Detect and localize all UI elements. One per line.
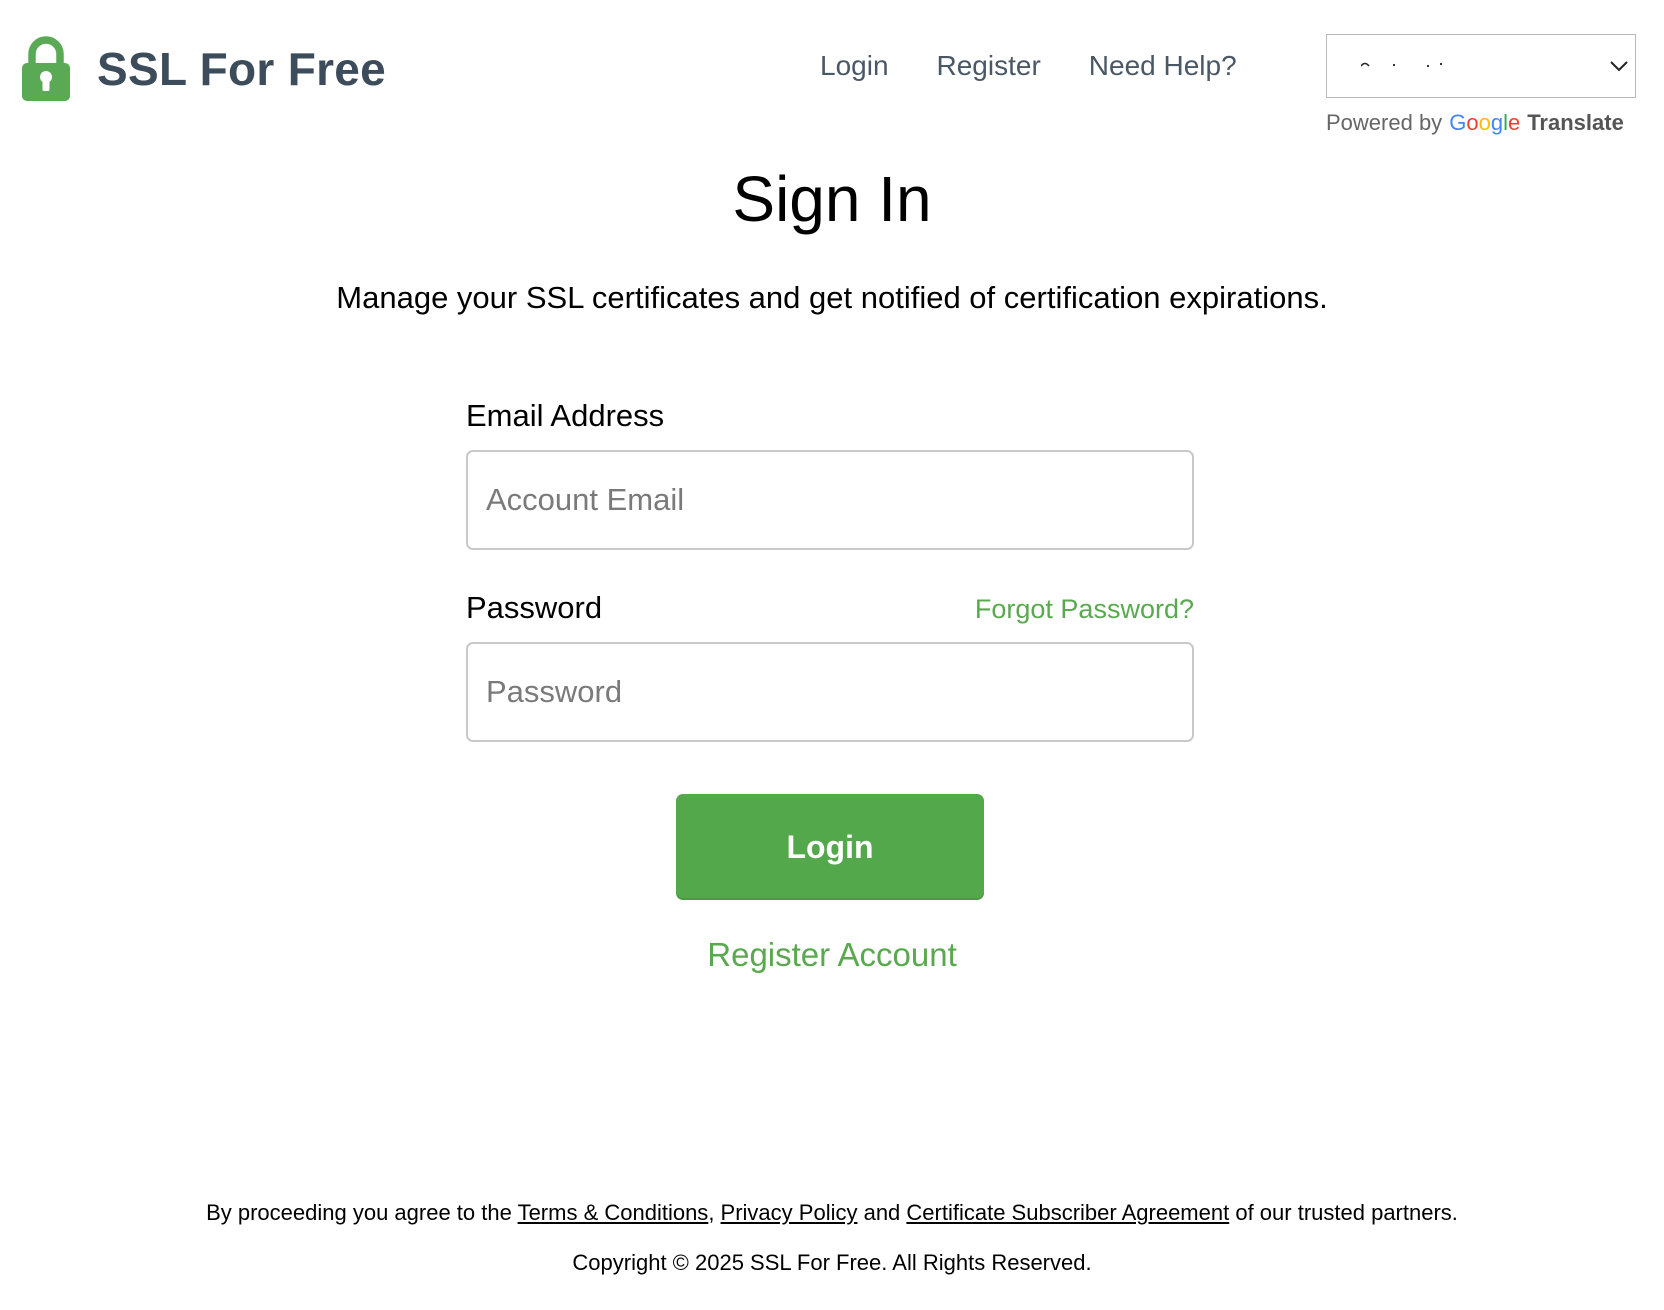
page-title: Sign In bbox=[732, 163, 932, 235]
privacy-policy-link[interactable]: Privacy Policy bbox=[721, 1200, 858, 1225]
nav-help-link[interactable]: Need Help? bbox=[1089, 50, 1237, 82]
top-nav: Login Register Need Help? bbox=[820, 50, 1237, 82]
register-account-link[interactable]: Register Account bbox=[0, 936, 1664, 974]
email-field[interactable] bbox=[466, 450, 1194, 550]
language-select[interactable] bbox=[1326, 34, 1636, 98]
powered-by-text: Powered by bbox=[1326, 110, 1443, 135]
translate-label: Translate bbox=[1527, 110, 1624, 135]
padlock-icon bbox=[22, 36, 70, 101]
terms-conditions-link[interactable]: Terms & Conditions bbox=[518, 1200, 709, 1225]
password-label: Password bbox=[466, 590, 603, 625]
sign-in-form: Email Address Password Forgot Password? bbox=[466, 398, 1194, 742]
google-translate-attribution: Powered by Google Translate bbox=[1326, 110, 1624, 136]
logo-text: SSL For Free bbox=[97, 43, 387, 95]
nav-login-link[interactable]: Login bbox=[820, 50, 889, 82]
chevron-down-icon bbox=[1610, 61, 1628, 72]
language-select-value bbox=[1361, 62, 1443, 68]
password-label-row: Password Forgot Password? bbox=[466, 590, 1194, 626]
home-logo-link[interactable]: SSL For Free bbox=[20, 36, 386, 102]
terms-and-text: and bbox=[857, 1200, 907, 1225]
nav-register-link[interactable]: Register bbox=[937, 50, 1041, 82]
login-button[interactable]: Login bbox=[676, 794, 984, 900]
terms-separator: , bbox=[708, 1200, 721, 1225]
subscriber-agreement-link[interactable]: Certificate Subscriber Agreement bbox=[906, 1200, 1229, 1225]
google-wordmark[interactable]: Google bbox=[1449, 110, 1520, 136]
terms-notice: By proceeding you agree to the Terms & C… bbox=[0, 1200, 1664, 1226]
password-field[interactable] bbox=[466, 642, 1194, 742]
email-label: Email Address bbox=[466, 398, 665, 433]
terms-suffix: of our trusted partners. bbox=[1229, 1200, 1458, 1225]
terms-prefix: By proceeding you agree to the bbox=[206, 1200, 518, 1225]
page-subtitle: Manage your SSL certificates and get not… bbox=[336, 280, 1328, 315]
copyright-text: Copyright © 2025 SSL For Free. All Right… bbox=[572, 1250, 1092, 1275]
forgot-password-link[interactable]: Forgot Password? bbox=[975, 594, 1194, 625]
